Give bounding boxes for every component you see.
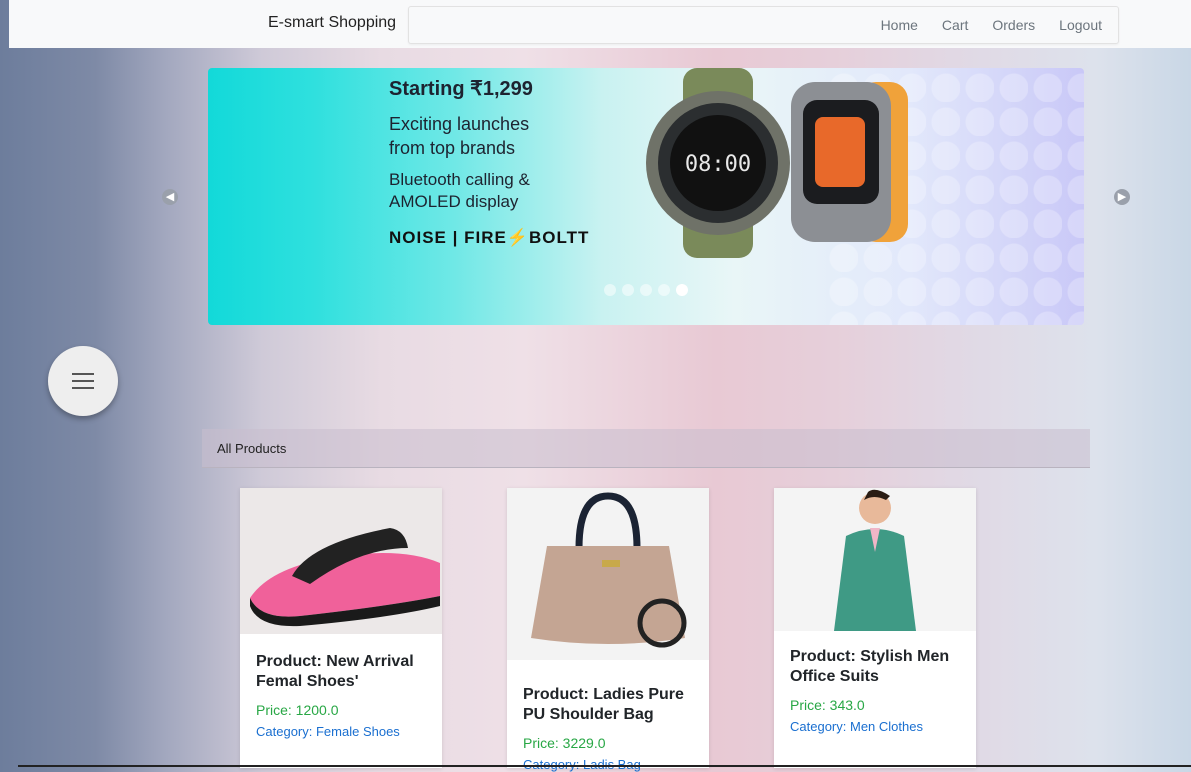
banner-price-headline: Starting ₹1,299 bbox=[389, 78, 533, 100]
nav-orders-link[interactable]: Orders bbox=[992, 17, 1035, 33]
carousel-dot-1[interactable] bbox=[604, 284, 616, 296]
carousel-dot-4[interactable] bbox=[658, 284, 670, 296]
orange-smartwatch-image bbox=[791, 82, 908, 242]
menu-fab-button[interactable] bbox=[48, 346, 118, 416]
product-category: Category: Female Shoes bbox=[256, 724, 426, 739]
category-label: Category: bbox=[256, 724, 316, 739]
hamburger-menu-icon-bar bbox=[72, 380, 94, 382]
product-title[interactable]: Product: Stylish Men Office Suits bbox=[790, 647, 960, 687]
section-title: All Products bbox=[217, 441, 287, 456]
carousel-dot-2[interactable] bbox=[622, 284, 634, 296]
product-image[interactable] bbox=[774, 488, 976, 631]
nav-home-link[interactable]: Home bbox=[881, 17, 918, 33]
category-value[interactable]: Female Shoes bbox=[316, 724, 400, 739]
product-price: Price: 343.0 bbox=[790, 697, 865, 713]
nav-links: Home Cart Orders Logout bbox=[881, 17, 1102, 33]
carousel-next-icon[interactable]: ▶ bbox=[1114, 189, 1130, 205]
carousel-dot-3[interactable] bbox=[640, 284, 652, 296]
product-card[interactable]: Product: Stylish Men Office Suits Price:… bbox=[774, 488, 976, 768]
product-image[interactable] bbox=[507, 488, 709, 660]
top-navbar: E-smart Shopping Home Cart Orders Logout bbox=[9, 0, 1191, 48]
product-title[interactable]: Product: New Arrival Femal Shoes' bbox=[256, 652, 426, 692]
section-header: All Products bbox=[202, 429, 1090, 468]
nav-cart-link[interactable]: Cart bbox=[942, 17, 968, 33]
watch-time-text: 08:00 bbox=[685, 152, 751, 177]
product-image[interactable] bbox=[240, 488, 442, 634]
flip-flop-image bbox=[250, 528, 440, 627]
brand-name[interactable]: E-smart Shopping bbox=[268, 14, 396, 32]
banner-line-3: Bluetooth calling & bbox=[389, 170, 530, 189]
product-card[interactable]: Product: Ladies Pure PU Shoulder Bag Pri… bbox=[507, 488, 709, 772]
category-value[interactable]: Men Clothes bbox=[850, 719, 923, 734]
nav-container: Home Cart Orders Logout bbox=[408, 6, 1119, 44]
handbag-image bbox=[531, 492, 687, 648]
hamburger-menu-icon-bar bbox=[72, 387, 94, 389]
product-category: Category: Men Clothes bbox=[790, 719, 960, 734]
banner-line-2: from top brands bbox=[389, 138, 516, 158]
product-price: Price: 3229.0 bbox=[523, 735, 606, 751]
banner-line-4: AMOLED display bbox=[389, 192, 519, 211]
product-price: Price: 1200.0 bbox=[256, 702, 339, 718]
suit-model-image bbox=[834, 489, 916, 631]
category-label: Category: bbox=[790, 719, 850, 734]
carousel-dot-5[interactable] bbox=[676, 284, 688, 296]
carousel-indicators bbox=[604, 284, 688, 296]
banner-brand-logos: NOISE | FIRE⚡BOLTT bbox=[389, 228, 590, 247]
carousel-prev-icon[interactable]: ◀ bbox=[162, 189, 178, 205]
banner-line-1: Exciting launches bbox=[389, 114, 530, 134]
promo-carousel[interactable]: Starting ₹1,299 Exciting launches from t… bbox=[208, 68, 1084, 325]
product-card[interactable]: Product: New Arrival Femal Shoes' Price:… bbox=[240, 488, 442, 768]
product-title[interactable]: Product: Ladies Pure PU Shoulder Bag bbox=[523, 685, 693, 725]
nav-logout-link[interactable]: Logout bbox=[1059, 17, 1102, 33]
hamburger-menu-icon bbox=[72, 373, 94, 375]
